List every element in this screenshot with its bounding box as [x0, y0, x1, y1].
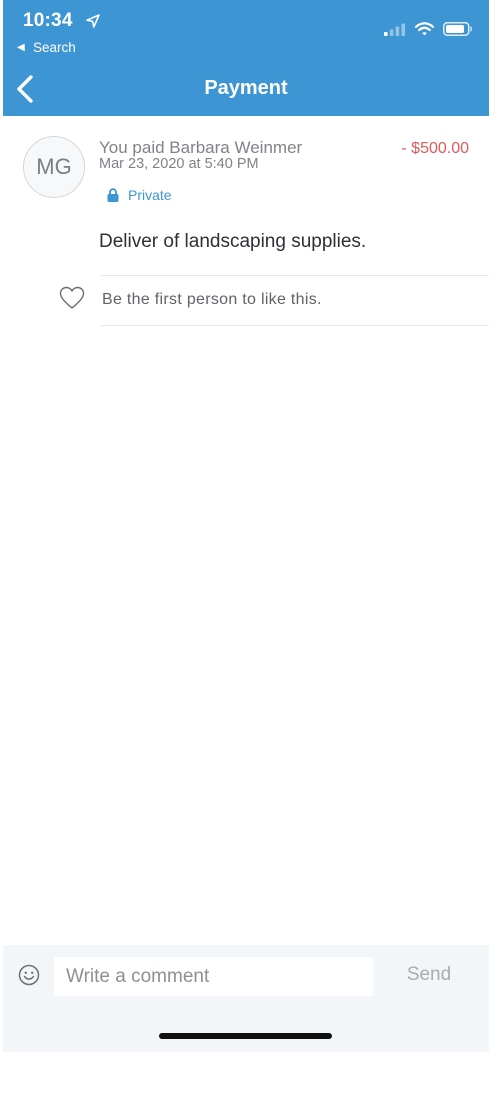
privacy-label: Private — [128, 187, 172, 203]
avatar[interactable]: MG — [23, 136, 85, 198]
payment-note: Deliver of landscaping supplies. — [99, 231, 367, 252]
like-prompt-text: Be the first person to like this. — [102, 291, 322, 308]
divider — [101, 325, 489, 326]
send-button[interactable]: Send — [391, 964, 467, 986]
back-to-search-link[interactable]: ◀ Search — [17, 40, 76, 55]
page-title: Payment — [204, 77, 288, 99]
battery-icon — [443, 22, 473, 36]
heart-outline-icon — [59, 286, 85, 309]
status-time: 10:34 — [23, 10, 73, 31]
back-triangle-icon: ◀ — [17, 42, 25, 53]
payment-screen: 10:34 ◀ Search Payment MG You paid Barba… — [3, 0, 489, 1052]
cellular-signal-icon — [384, 23, 405, 36]
home-indicator — [159, 1033, 332, 1039]
payment-date: Mar 23, 2020 at 5:40 PM — [99, 156, 259, 172]
comment-input[interactable] — [54, 957, 373, 996]
divider — [101, 275, 489, 276]
top-bar: 10:34 ◀ Search Payment — [3, 0, 489, 116]
avatar-initials: MG — [36, 154, 72, 179]
location-arrow-icon — [86, 14, 100, 28]
payment-amount: - $500.00 — [401, 140, 469, 157]
status-indicators — [384, 22, 473, 36]
wifi-icon — [415, 22, 434, 36]
like-button[interactable] — [59, 286, 85, 310]
comment-bar: Send — [3, 945, 489, 1052]
payment-title: You paid Barbara Weinmer — [99, 138, 303, 157]
smiley-icon[interactable] — [18, 964, 40, 986]
lock-icon — [107, 188, 119, 202]
back-to-search-label: Search — [33, 40, 76, 55]
privacy-badge[interactable]: Private — [107, 187, 172, 203]
